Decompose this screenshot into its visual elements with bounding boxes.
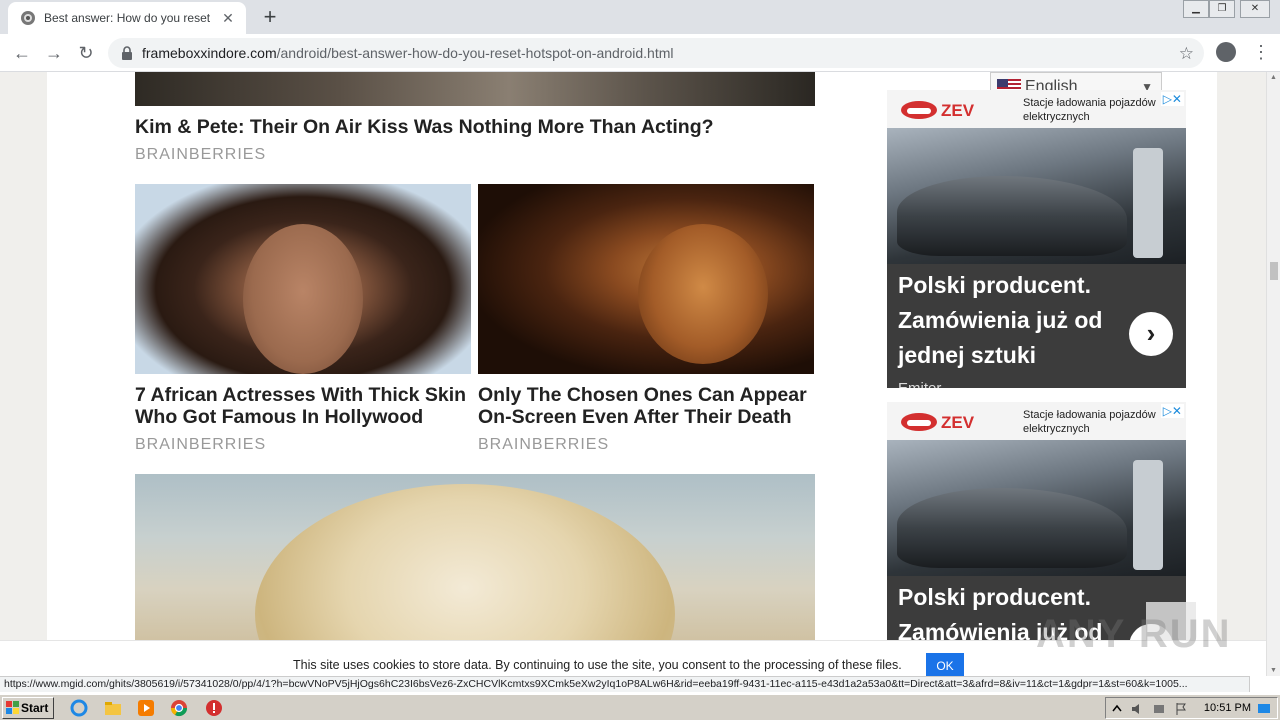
profile-avatar-icon[interactable] bbox=[1216, 42, 1236, 62]
article-title[interactable]: Kim & Pete: Their On Air Kiss Was Nothin… bbox=[135, 116, 815, 138]
browser-tab[interactable]: Best answer: How do you reset hots ✕ bbox=[8, 2, 246, 34]
url-path: /android/best-answer-how-do-you-reset-ho… bbox=[276, 45, 674, 61]
browser-menu-icon[interactable]: ⋮ bbox=[1252, 40, 1270, 64]
url-host: frameboxxindore.com bbox=[142, 45, 277, 61]
face-shape bbox=[243, 224, 363, 374]
flag-icon[interactable] bbox=[1174, 702, 1188, 716]
forward-icon[interactable]: → bbox=[42, 41, 66, 65]
article-image-top[interactable] bbox=[135, 72, 815, 106]
adchoices-icon[interactable]: ▷✕ bbox=[1160, 404, 1184, 418]
address-bar[interactable]: frameboxxindore.com /android/best-answer… bbox=[108, 38, 1204, 68]
start-button[interactable]: Start bbox=[2, 697, 54, 719]
adchoices-icon[interactable]: ▷✕ bbox=[1160, 92, 1184, 106]
ie-icon[interactable] bbox=[70, 699, 88, 717]
zev-logo-icon: ZEV bbox=[901, 413, 975, 432]
article-source[interactable]: BRAINBERRIES bbox=[478, 436, 609, 454]
lock-icon bbox=[122, 46, 132, 60]
close-window-button[interactable]: ✕ bbox=[1240, 0, 1270, 18]
scroll-down-icon[interactable]: ▼ bbox=[1270, 667, 1277, 674]
windows-logo-icon bbox=[6, 701, 19, 714]
page-scrollbar[interactable]: ▲ ▼ bbox=[1266, 72, 1280, 676]
ad-header: ZEV Stacje ładowania pojazdów elektryczn… bbox=[887, 402, 1186, 440]
zev-logo-icon: ZEV bbox=[901, 101, 975, 120]
watermark: ANY RUN bbox=[1036, 612, 1232, 656]
web-page: Kim & Pete: Their On Air Kiss Was Nothin… bbox=[0, 72, 1266, 676]
system-tray: 10:51 PM bbox=[1105, 697, 1278, 719]
ad-banner[interactable]: ZEV Stacje ładowania pojazdów elektryczn… bbox=[887, 90, 1186, 388]
ad-brand: Emiter bbox=[898, 380, 941, 388]
cookie-text: This site uses cookies to store data. By… bbox=[293, 658, 902, 672]
status-link-url: https://www.mgid.com/ghits/3805619/i/573… bbox=[0, 676, 1250, 692]
browser-toolbar: ← → ↻ frameboxxindore.com /android/best-… bbox=[0, 34, 1280, 72]
reload-icon[interactable]: ↻ bbox=[74, 41, 98, 65]
article-image-actor[interactable] bbox=[478, 184, 814, 374]
ad-headline: Polski producent. Zamówienia już od jedn… bbox=[898, 272, 1103, 368]
back-icon[interactable]: ← bbox=[10, 41, 34, 65]
taskbar: Start 10:51 PM bbox=[0, 694, 1280, 720]
show-desktop-icon[interactable] bbox=[1257, 702, 1271, 716]
article-source[interactable]: BRAINBERRIES bbox=[135, 146, 266, 164]
ad-header: ZEV Stacje ładowania pojazdów elektryczn… bbox=[887, 90, 1186, 128]
svg-text:ZEV: ZEV bbox=[941, 413, 975, 432]
chevron-right-icon[interactable]: › bbox=[1129, 312, 1173, 356]
charger-shape bbox=[1133, 460, 1163, 570]
scrollbar-thumb[interactable] bbox=[1270, 262, 1278, 280]
svg-text:ZEV: ZEV bbox=[941, 101, 975, 120]
volume-icon[interactable] bbox=[1130, 702, 1144, 716]
article-image-actress[interactable] bbox=[135, 184, 471, 374]
folder-icon[interactable] bbox=[104, 699, 122, 717]
chevron-up-icon[interactable] bbox=[1110, 702, 1124, 716]
article-title[interactable]: 7 African Actresses With Thick Skin Who … bbox=[135, 384, 471, 428]
tab-title: Best answer: How do you reset hots bbox=[44, 11, 214, 25]
chrome-icon[interactable] bbox=[170, 699, 188, 717]
new-tab-button[interactable]: + bbox=[258, 6, 282, 30]
content-column: Kim & Pete: Their On Air Kiss Was Nothin… bbox=[47, 72, 1217, 676]
car-body-shape bbox=[897, 488, 1127, 568]
charger-shape bbox=[1133, 148, 1163, 258]
article-source[interactable]: BRAINBERRIES bbox=[135, 436, 266, 454]
cookie-ok-button[interactable]: OK bbox=[926, 653, 964, 676]
clock: 10:51 PM bbox=[1203, 702, 1251, 714]
media-player-icon[interactable] bbox=[137, 699, 155, 717]
site-favicon-icon bbox=[21, 11, 35, 25]
car-image bbox=[887, 128, 1186, 264]
tab-close-icon[interactable]: ✕ bbox=[220, 10, 236, 27]
car-image bbox=[887, 440, 1186, 576]
ad-slogan: Stacje ładowania pojazdów elektrycznych bbox=[1023, 97, 1156, 123]
article-title[interactable]: Only The Chosen Ones Can Appear On-Scree… bbox=[478, 384, 814, 428]
ad-slogan: Stacje ładowania pojazdów elektrycznych bbox=[1023, 409, 1156, 435]
bookmark-star-icon[interactable]: ☆ bbox=[1179, 44, 1194, 64]
stop-icon[interactable] bbox=[205, 699, 223, 717]
car-body-shape bbox=[897, 176, 1127, 256]
minimize-button[interactable]: ▁ bbox=[1183, 0, 1209, 18]
start-label: Start bbox=[21, 701, 49, 715]
face-shape bbox=[638, 224, 768, 364]
tab-strip: Best answer: How do you reset hots ✕ + ▁… bbox=[0, 0, 1280, 34]
scroll-up-icon[interactable]: ▲ bbox=[1270, 74, 1277, 81]
restore-button[interactable]: ❐ bbox=[1209, 0, 1235, 18]
network-icon[interactable] bbox=[1152, 702, 1166, 716]
